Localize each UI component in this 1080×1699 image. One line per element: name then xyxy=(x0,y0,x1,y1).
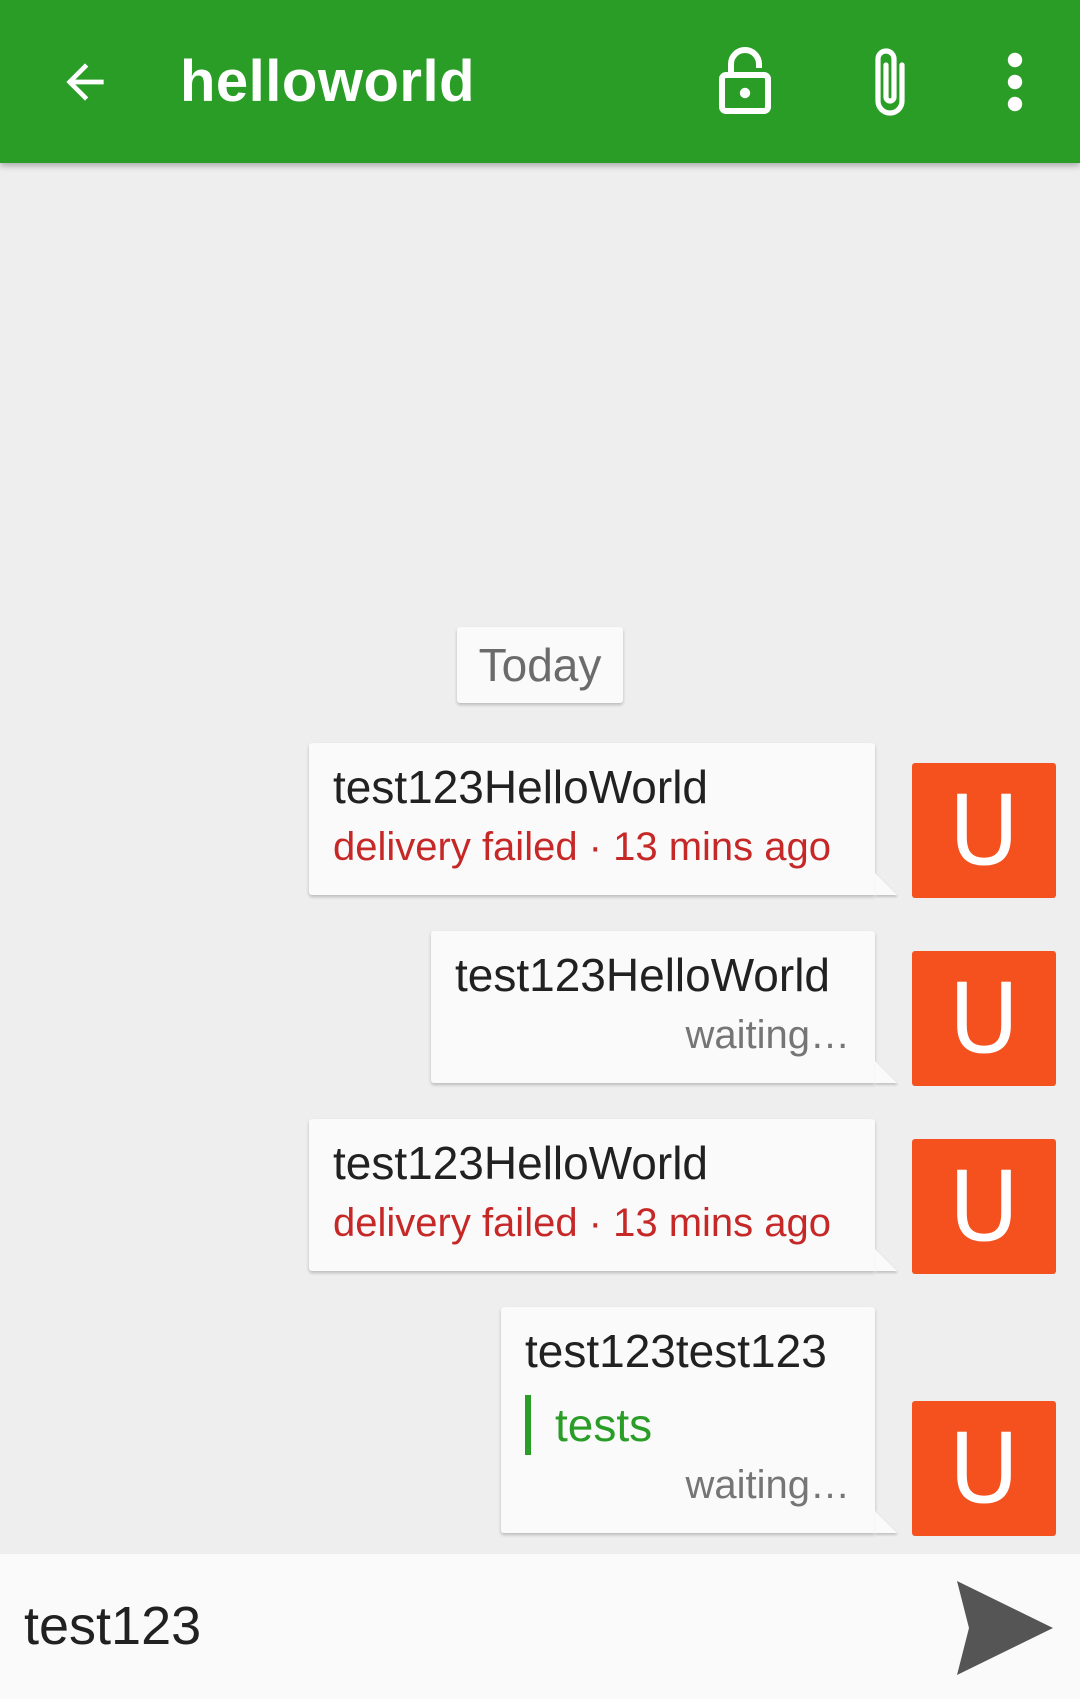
lock-open-icon xyxy=(719,46,771,114)
avatar[interactable]: U xyxy=(912,951,1056,1086)
encryption-button[interactable] xyxy=(700,0,790,163)
message-bubble[interactable]: test123HelloWorld delivery failed · 13 m… xyxy=(309,743,875,895)
message-text: test123HelloWorld xyxy=(333,761,709,813)
message-text: test123HelloWorld xyxy=(455,949,831,1001)
message-bubble[interactable]: test123HelloWorld waiting… xyxy=(431,931,875,1083)
message-composer xyxy=(0,1554,1080,1699)
message-bubble[interactable]: test123test123 tests waiting… xyxy=(501,1307,875,1533)
conversation-screen: helloworld Today test123HelloWorld deliv… xyxy=(0,0,1080,1699)
send-icon xyxy=(957,1581,1053,1675)
date-separator: Today xyxy=(457,627,623,703)
message-status: delivery failed · 13 mins ago xyxy=(333,825,832,869)
message-text: test123test123 xyxy=(525,1325,827,1377)
message-status: waiting… xyxy=(685,1463,850,1507)
more-options-button[interactable] xyxy=(970,0,1060,163)
more-vert-icon xyxy=(1007,52,1023,111)
paperclip-icon xyxy=(875,47,905,116)
quote-text: tests xyxy=(555,1399,653,1451)
app-toolbar: helloworld xyxy=(0,0,1080,163)
avatar[interactable]: U xyxy=(912,1139,1056,1274)
attach-button[interactable] xyxy=(845,0,935,163)
avatar[interactable]: U xyxy=(912,763,1056,898)
message-text: test123HelloWorld xyxy=(333,1137,709,1189)
avatar[interactable]: U xyxy=(912,1401,1056,1536)
message-status: delivery failed · 13 mins ago xyxy=(333,1201,832,1245)
arrow-back-icon xyxy=(66,62,104,101)
message-input[interactable] xyxy=(24,1576,924,1676)
conversation-title: helloworld xyxy=(180,49,475,114)
quote-bar xyxy=(525,1395,531,1455)
send-button[interactable] xyxy=(950,1574,1060,1684)
back-button[interactable] xyxy=(40,0,130,163)
quoted-text: tests xyxy=(525,1394,850,1456)
message-bubble[interactable]: test123HelloWorld delivery failed · 13 m… xyxy=(309,1119,875,1271)
message-status: waiting… xyxy=(685,1013,850,1057)
